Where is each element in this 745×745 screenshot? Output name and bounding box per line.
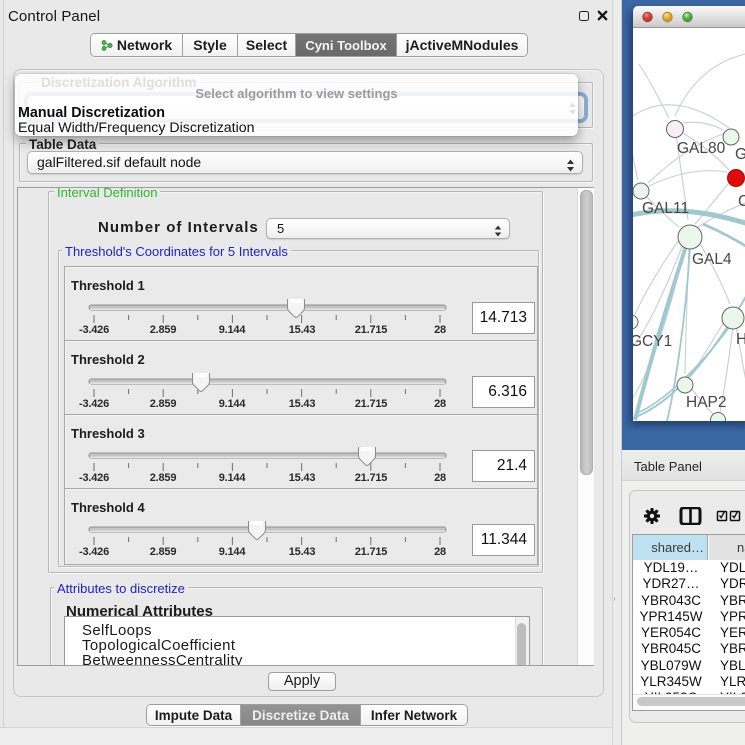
svg-text:GAL80: GAL80 <box>677 140 726 157</box>
svg-text:GA: GA <box>735 146 745 163</box>
svg-text:H: H <box>736 331 745 348</box>
svg-text:GCY1: GCY1 <box>633 333 672 350</box>
svg-text:C: C <box>738 193 745 210</box>
svg-text:HAP2: HAP2 <box>686 394 727 411</box>
svg-text:GAL4: GAL4 <box>692 251 732 268</box>
svg-text:GAL11: GAL11 <box>642 200 689 217</box>
